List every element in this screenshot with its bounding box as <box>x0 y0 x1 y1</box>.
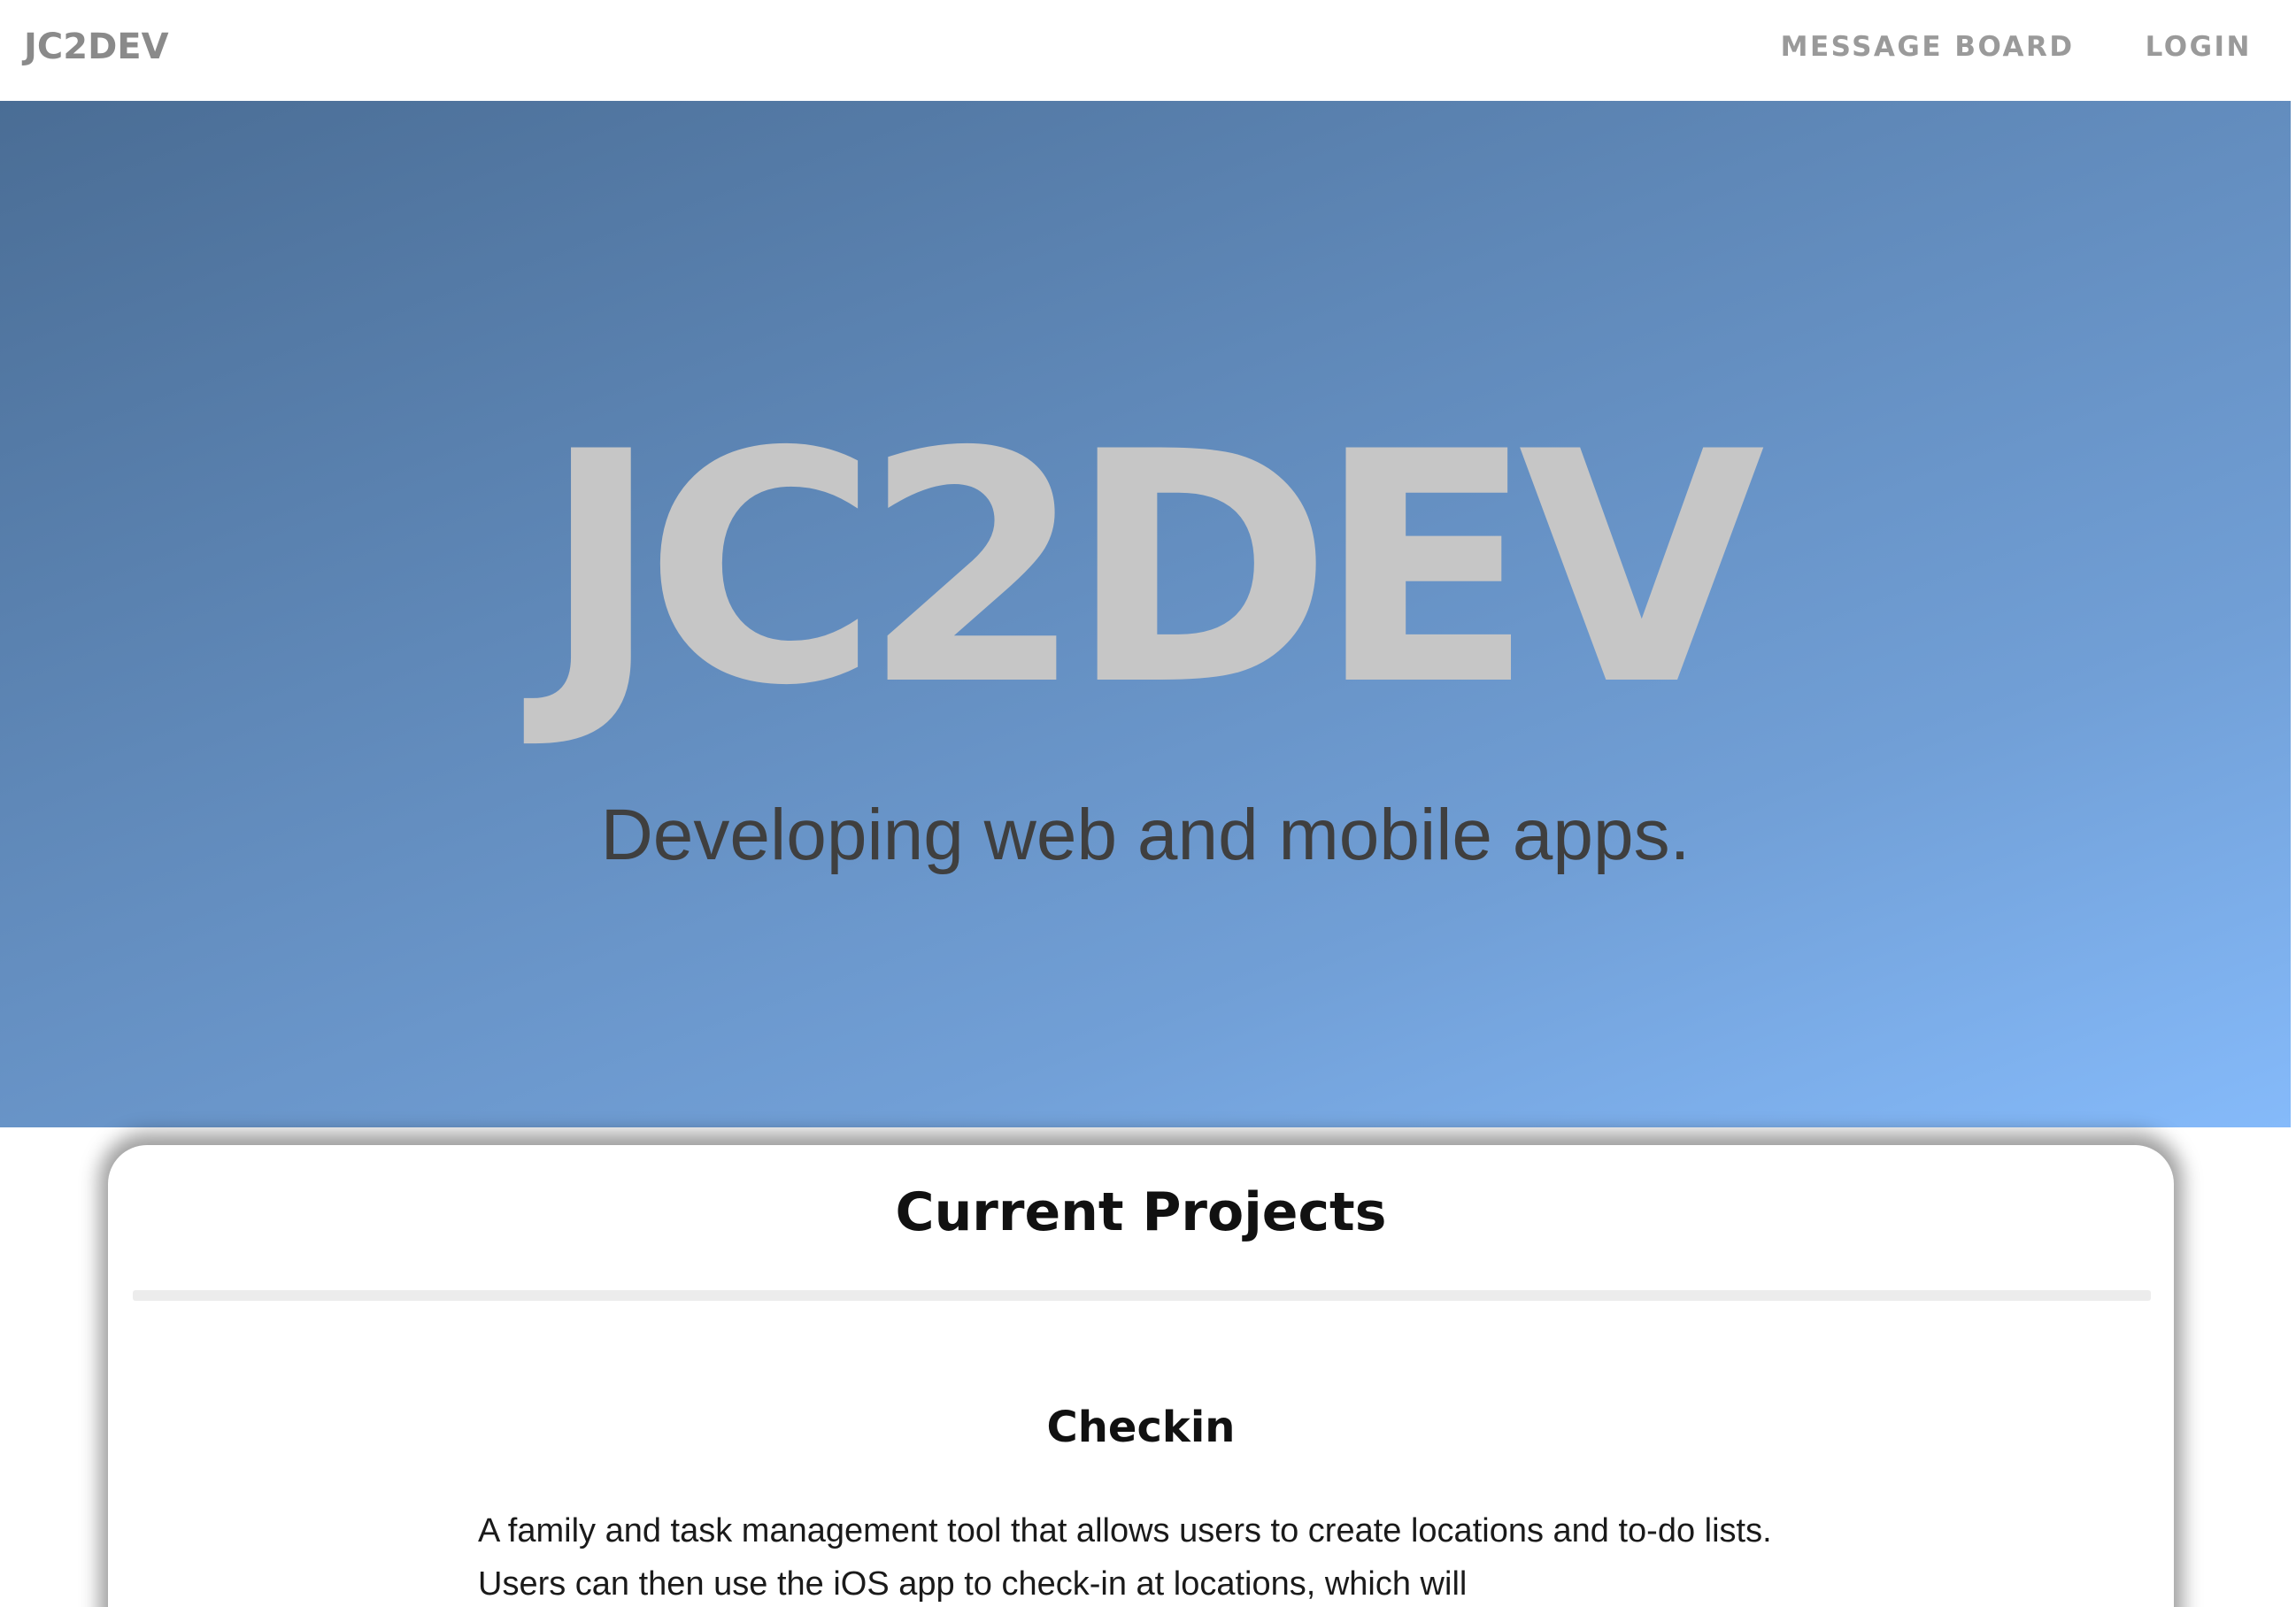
brand-logo-link[interactable]: JC2DEV <box>24 23 169 71</box>
project-description-checkin: A family and task management tool that a… <box>478 1512 1772 1603</box>
nav-link-login[interactable]: LOGIN <box>2146 27 2252 67</box>
section-divider <box>133 1290 2151 1301</box>
current-projects-card: Current Projects Checkin A family and ta… <box>108 1145 2174 1607</box>
nav-links: MESSAGE BOARD LOGIN <box>1781 27 2252 67</box>
hero-subtitle: Developing web and mobile apps. <box>600 795 1691 875</box>
hero-title: JC2DEV <box>542 384 1765 755</box>
projects-heading: Current Projects <box>895 1181 1387 1243</box>
top-navbar: JC2DEV MESSAGE BOARD LOGIN <box>0 0 2291 102</box>
nav-link-message-board[interactable]: MESSAGE BOARD <box>1781 27 2075 67</box>
hero-banner: JC2DEV Developing web and mobile apps. <box>0 101 2291 1127</box>
project-title-checkin: Checkin <box>1046 1403 1236 1452</box>
